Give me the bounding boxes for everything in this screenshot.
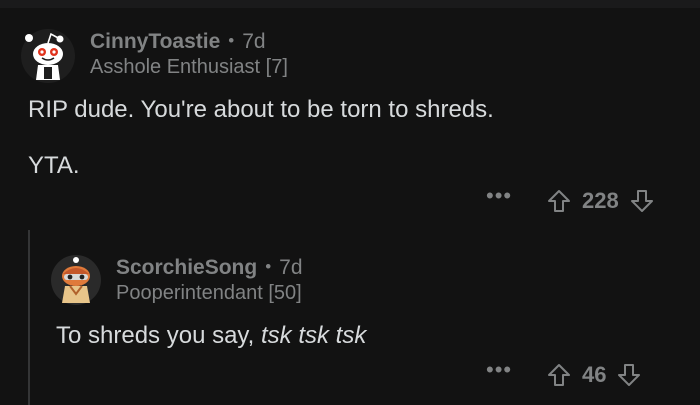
- comment-text-plain: To shreds you say,: [56, 322, 261, 349]
- user-avatar[interactable]: [50, 254, 102, 306]
- vote-score: 228: [582, 188, 619, 213]
- vote-score: 46: [582, 362, 607, 387]
- more-options-button[interactable]: •••: [486, 359, 546, 381]
- comment-header: CinnyToastie • 7d: [90, 30, 266, 54]
- snoo-avatar-icon: [51, 255, 101, 305]
- downvote-icon[interactable]: [629, 188, 655, 214]
- snoo-avatar-icon: [21, 29, 75, 83]
- user-avatar[interactable]: [20, 28, 76, 84]
- comment-age: 7d: [242, 30, 266, 53]
- user-flair: Pooperintendant [50]: [116, 282, 302, 304]
- separator-dot: •: [265, 257, 272, 276]
- comment-text-italic: tsk tsk tsk: [260, 322, 367, 349]
- separator-dot: •: [228, 31, 235, 50]
- comment-header: ScorchieSong • 7d: [116, 256, 303, 280]
- more-options-button[interactable]: •••: [486, 185, 546, 207]
- user-flair: Asshole Enthusiast [7]: [90, 56, 288, 78]
- upvote-icon[interactable]: [546, 188, 572, 214]
- username-link[interactable]: CinnyToastie: [90, 30, 220, 54]
- comment-text: To shreds you say, tsk tsk tsk: [56, 322, 366, 350]
- comment-age: 7d: [279, 256, 303, 279]
- comment-actions: ••• 228: [486, 185, 655, 214]
- comment-text: YTA.: [28, 152, 80, 179]
- username-link[interactable]: ScorchieSong: [116, 256, 257, 280]
- downvote-icon[interactable]: [616, 362, 642, 388]
- comment-text: RIP dude. You're about to be torn to shr…: [28, 96, 494, 123]
- comment-actions: ••• 46: [486, 359, 642, 388]
- upvote-icon[interactable]: [546, 362, 572, 388]
